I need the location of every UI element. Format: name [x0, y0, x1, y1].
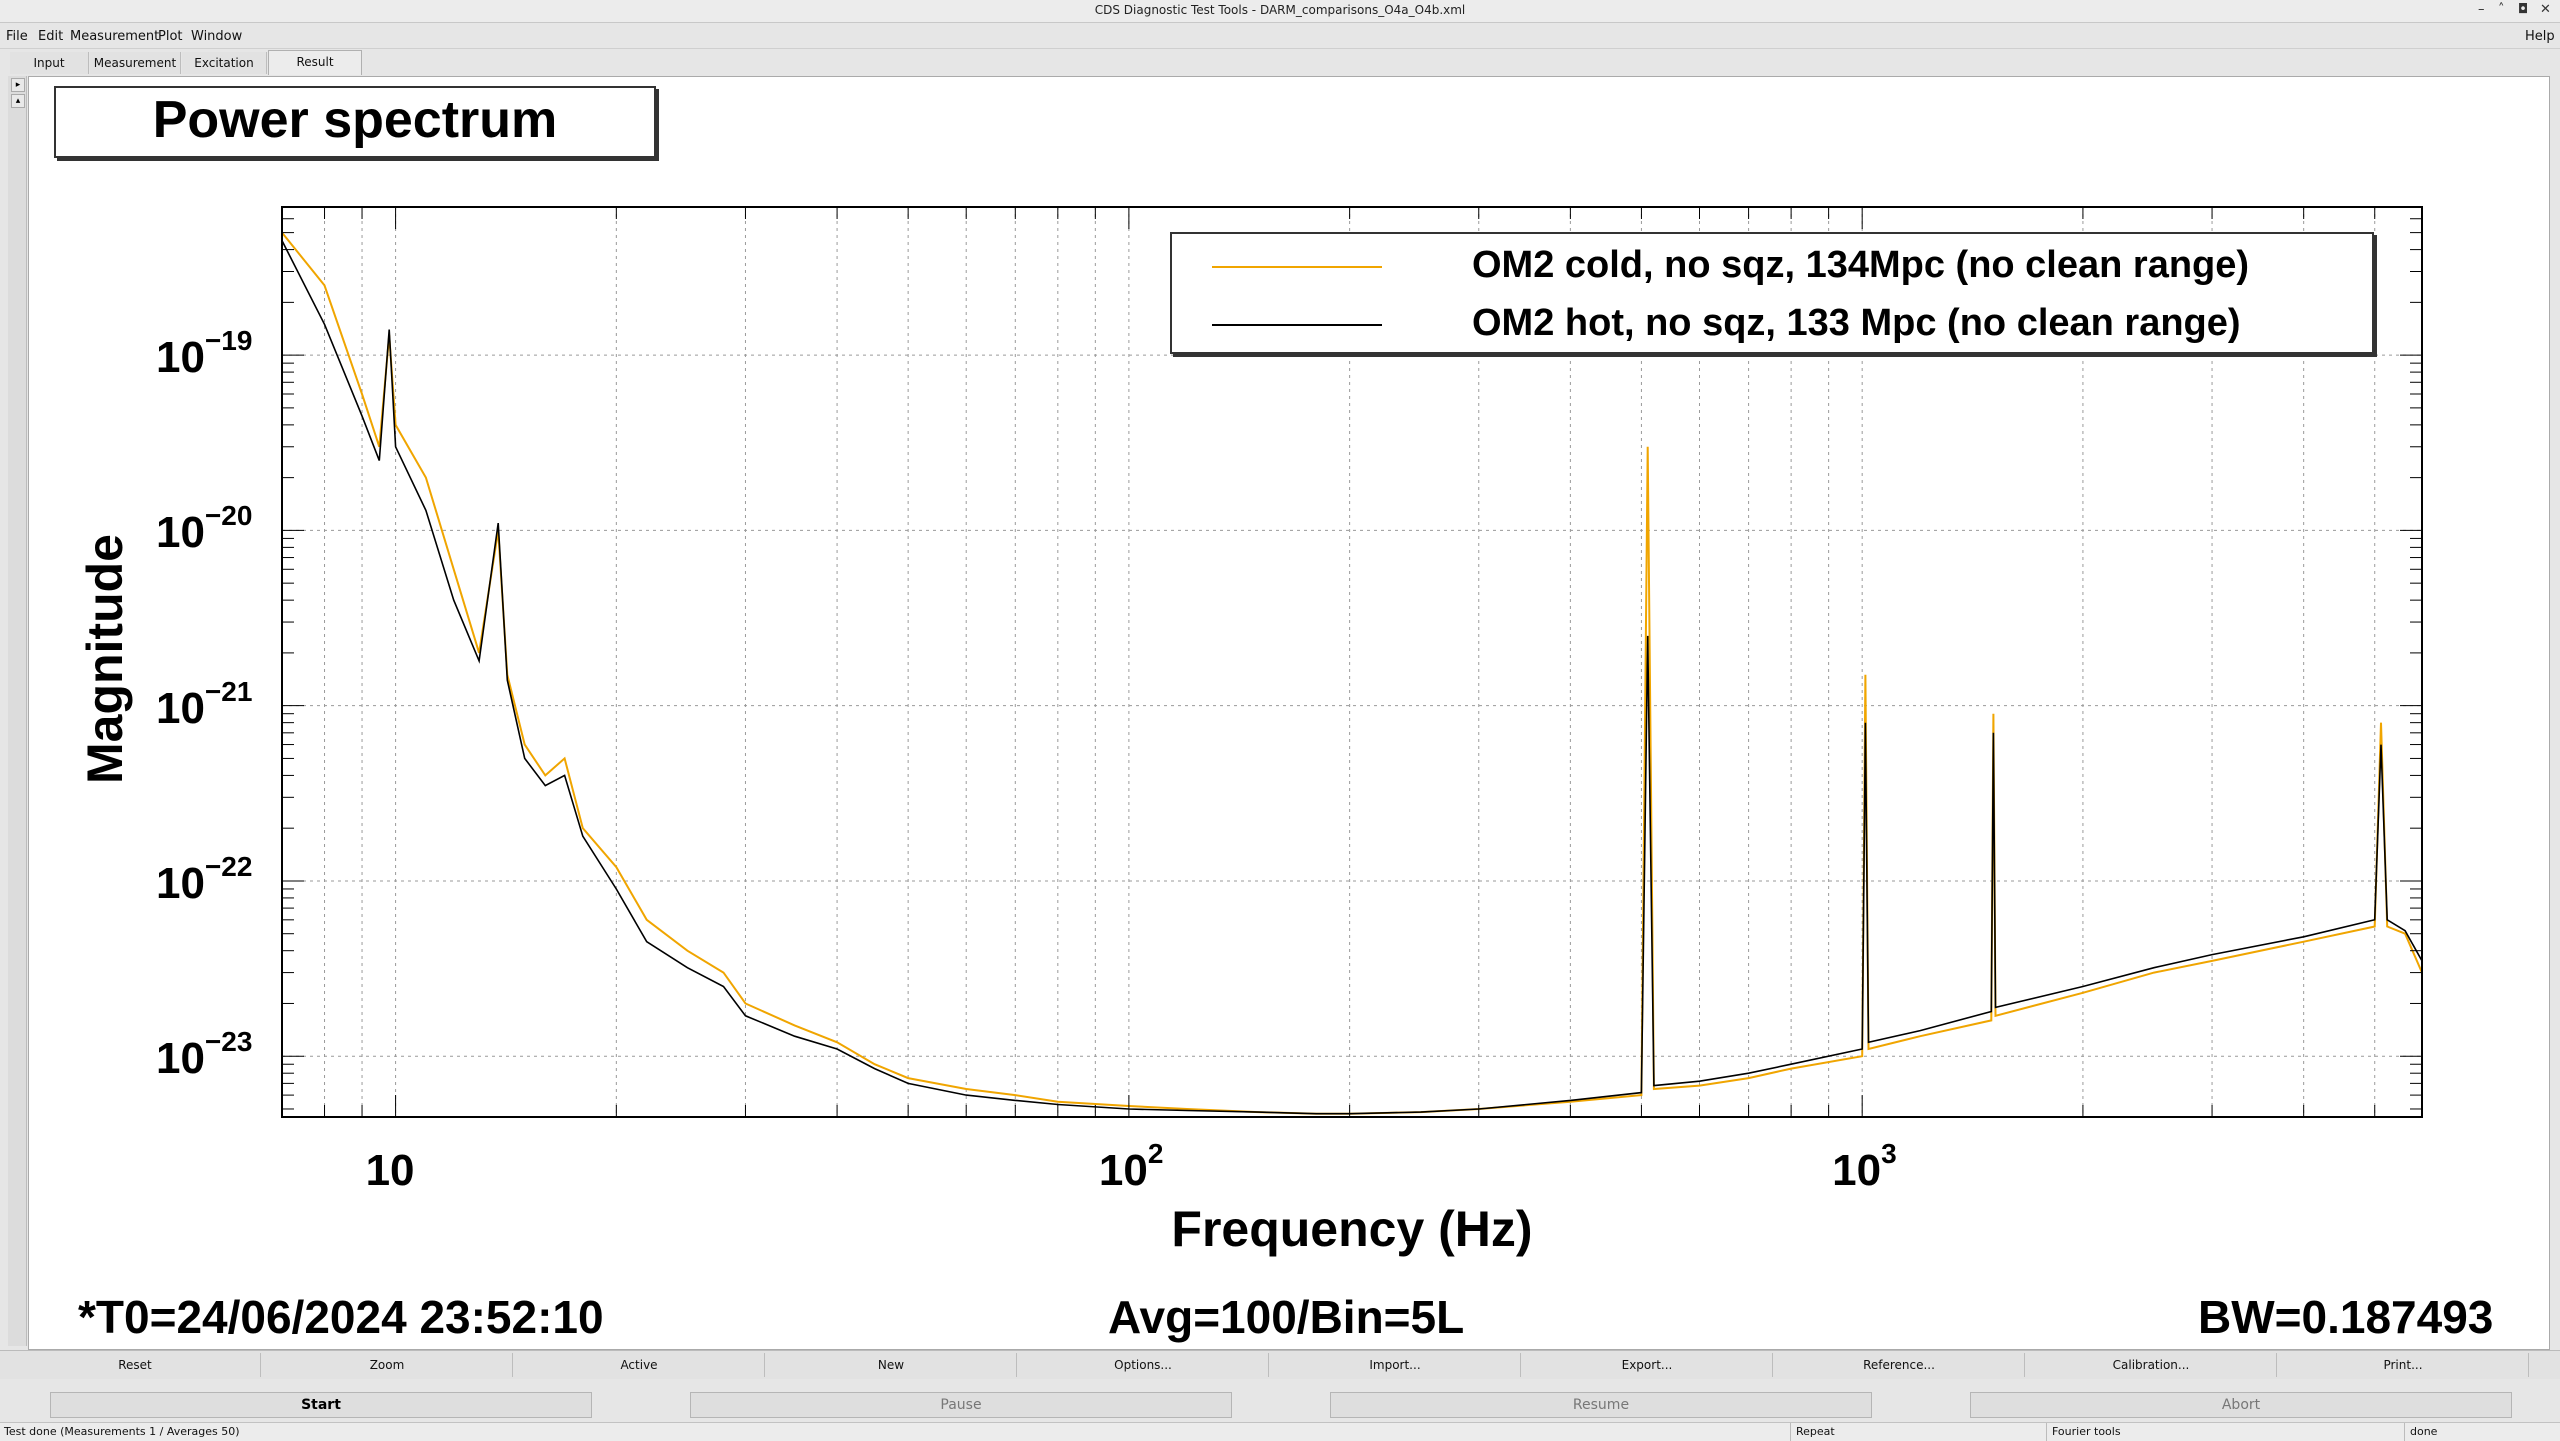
abort-button[interactable]: Abort [1970, 1392, 2512, 1418]
calibration-button[interactable]: Calibration... [2026, 1353, 2277, 1377]
legend-swatch-black [1212, 324, 1382, 326]
y-tick-label: 10−19 [156, 325, 253, 383]
reference-button[interactable]: Reference... [1774, 1353, 2025, 1377]
control-bar: Start Pause Resume Abort [0, 1384, 2560, 1420]
bw-label: BW=0.187493 [2198, 1291, 2494, 1343]
resume-button[interactable]: Resume [1330, 1392, 1872, 1418]
t0-label: *T0=24/06/2024 23:52:10 [78, 1291, 604, 1343]
legend-swatch-orange [1212, 266, 1382, 268]
x-tick-label: 10 [365, 1146, 415, 1195]
reset-button[interactable]: Reset [10, 1353, 261, 1377]
x-axis-label: Frequency (Hz) [1171, 1201, 1533, 1257]
status-repeat: Repeat [1796, 1425, 1835, 1438]
plot-button-bar: Reset Zoom Active New Options... Import.… [0, 1350, 2560, 1379]
import-button[interactable]: Import... [1270, 1353, 1521, 1377]
x-tick-label: 102 [1098, 1138, 1164, 1195]
y-tick-label: 10−20 [156, 500, 253, 558]
x-tick-label: 103 [1832, 1138, 1897, 1195]
pause-button[interactable]: Pause [690, 1392, 1232, 1418]
legend-entry: OM2 hot, no sqz, 133 Mpc (no clean range… [1172, 296, 2372, 352]
zoom-button[interactable]: Zoom [262, 1353, 513, 1377]
status-bar: Test done (Measurements 1 / Averages 50)… [0, 1422, 2560, 1441]
avg-label: Avg=100/Bin=5L [1108, 1291, 1465, 1343]
plot-series [281, 231, 2423, 1115]
status-fourier: Fourier tools [2052, 1425, 2121, 1438]
y-tick-label: 10−21 [156, 675, 253, 733]
options-button[interactable]: Options... [1018, 1353, 1269, 1377]
y-tick-label: 10−22 [156, 850, 253, 908]
status-main: Test done (Measurements 1 / Averages 50) [4, 1425, 240, 1438]
legend-entry: OM2 cold, no sqz, 134Mpc (no clean range… [1172, 238, 2372, 294]
legend-label: OM2 hot, no sqz, 133 Mpc (no clean range… [1472, 302, 2241, 344]
start-button[interactable]: Start [50, 1392, 592, 1418]
active-button[interactable]: Active [514, 1353, 765, 1377]
status-done: done [2410, 1425, 2438, 1438]
export-button[interactable]: Export... [1522, 1353, 1773, 1377]
legend-label: OM2 cold, no sqz, 134Mpc (no clean range… [1472, 244, 2250, 286]
y-tick-label: 10−23 [156, 1026, 253, 1084]
legend: OM2 cold, no sqz, 134Mpc (no clean range… [1170, 232, 2374, 354]
print-button[interactable]: Print... [2278, 1353, 2529, 1377]
new-button[interactable]: New [766, 1353, 1017, 1377]
y-axis-label: Magnitude [77, 534, 133, 784]
series-line-1 [281, 240, 2423, 1115]
